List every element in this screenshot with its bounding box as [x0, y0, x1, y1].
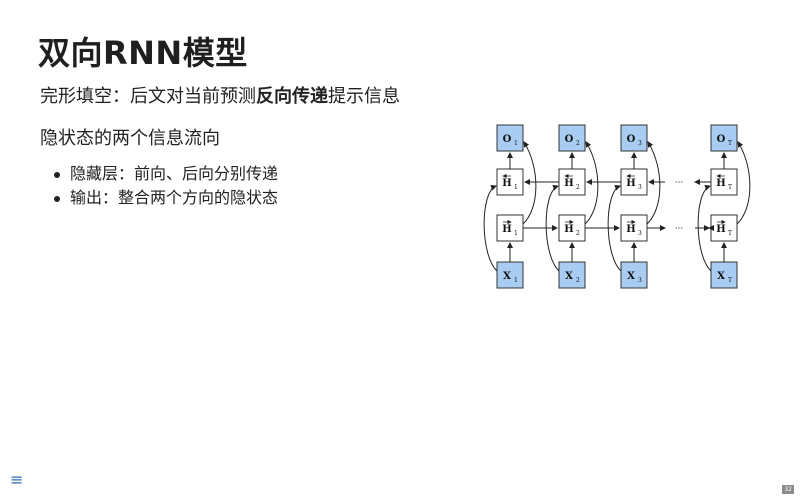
- input-label-sub: T: [728, 277, 732, 284]
- ellipsis-label: ···: [675, 224, 684, 234]
- output-label-sub: 2: [576, 140, 580, 147]
- section-heading: 隐状态的两个信息流向: [40, 128, 220, 149]
- backward-hidden-label: H: [564, 178, 573, 189]
- page-number: 32: [782, 485, 794, 494]
- output-label: O: [627, 134, 636, 145]
- forward-hidden-label: H: [502, 224, 511, 235]
- forward-hidden-label-sub: 1: [514, 230, 518, 237]
- backward-hidden-label-sub: 3: [638, 184, 642, 191]
- input-label-sub: 3: [638, 277, 642, 284]
- forward-hidden-label: H: [564, 224, 573, 235]
- input-label: X: [565, 271, 573, 282]
- forward-to-output-curve: [584, 141, 599, 225]
- output-label-sub: 1: [514, 140, 518, 147]
- subtitle-prefix: 完形填空：后文对当前预测: [40, 86, 256, 107]
- forward-hidden-label-sub: 2: [576, 230, 580, 237]
- input-label: X: [627, 271, 635, 282]
- output-label-sub: T: [728, 140, 732, 147]
- forward-hidden-label-sub: 3: [638, 230, 642, 237]
- forward-to-output-curve: [522, 141, 537, 225]
- forward-to-output-curve: [646, 141, 661, 225]
- input-to-backward-curve: [483, 184, 498, 272]
- bullet-item: 隐藏层：前向、后向分别传递: [52, 162, 278, 186]
- output-label-sub: 3: [638, 140, 642, 147]
- backward-hidden-label-sub: 2: [576, 184, 580, 191]
- birnn-diagram: O 1H 1H 1X 1O 2H 2H 2X 2O 3H 3H 3X 3O TH TH TX T······: [483, 124, 751, 289]
- subtitle: 完形填空：后文对当前预测反向传递提示信息: [40, 82, 400, 108]
- menu-icon[interactable]: ≡: [10, 470, 23, 489]
- input-label-sub: 1: [514, 277, 518, 284]
- input-label: X: [503, 271, 511, 282]
- bullet-list: 隐藏层：前向、后向分别传递 输出：整合两个方向的隐状态: [52, 162, 278, 210]
- backward-hidden-label: H: [716, 178, 725, 189]
- backward-hidden-label-sub: 1: [514, 184, 518, 191]
- ellipsis-label: ···: [675, 178, 684, 188]
- subtitle-emphasis: 反向传递: [256, 86, 328, 107]
- backward-hidden-label: H: [502, 178, 511, 189]
- page-title: 双向RNN模型: [38, 34, 248, 72]
- backward-hidden-label: H: [626, 178, 635, 189]
- forward-hidden-label: H: [626, 224, 635, 235]
- input-label-sub: 2: [576, 277, 580, 284]
- bullet-item: 输出：整合两个方向的隐状态: [52, 186, 278, 210]
- forward-to-output-curve: [736, 141, 751, 225]
- subtitle-suffix: 提示信息: [328, 86, 400, 107]
- output-label: O: [717, 134, 726, 145]
- backward-hidden-label-sub: T: [728, 184, 732, 191]
- output-label: O: [503, 134, 512, 145]
- forward-hidden-label-sub: T: [728, 230, 732, 237]
- forward-hidden-label: H: [716, 224, 725, 235]
- input-label: X: [717, 271, 725, 282]
- output-label: O: [565, 134, 574, 145]
